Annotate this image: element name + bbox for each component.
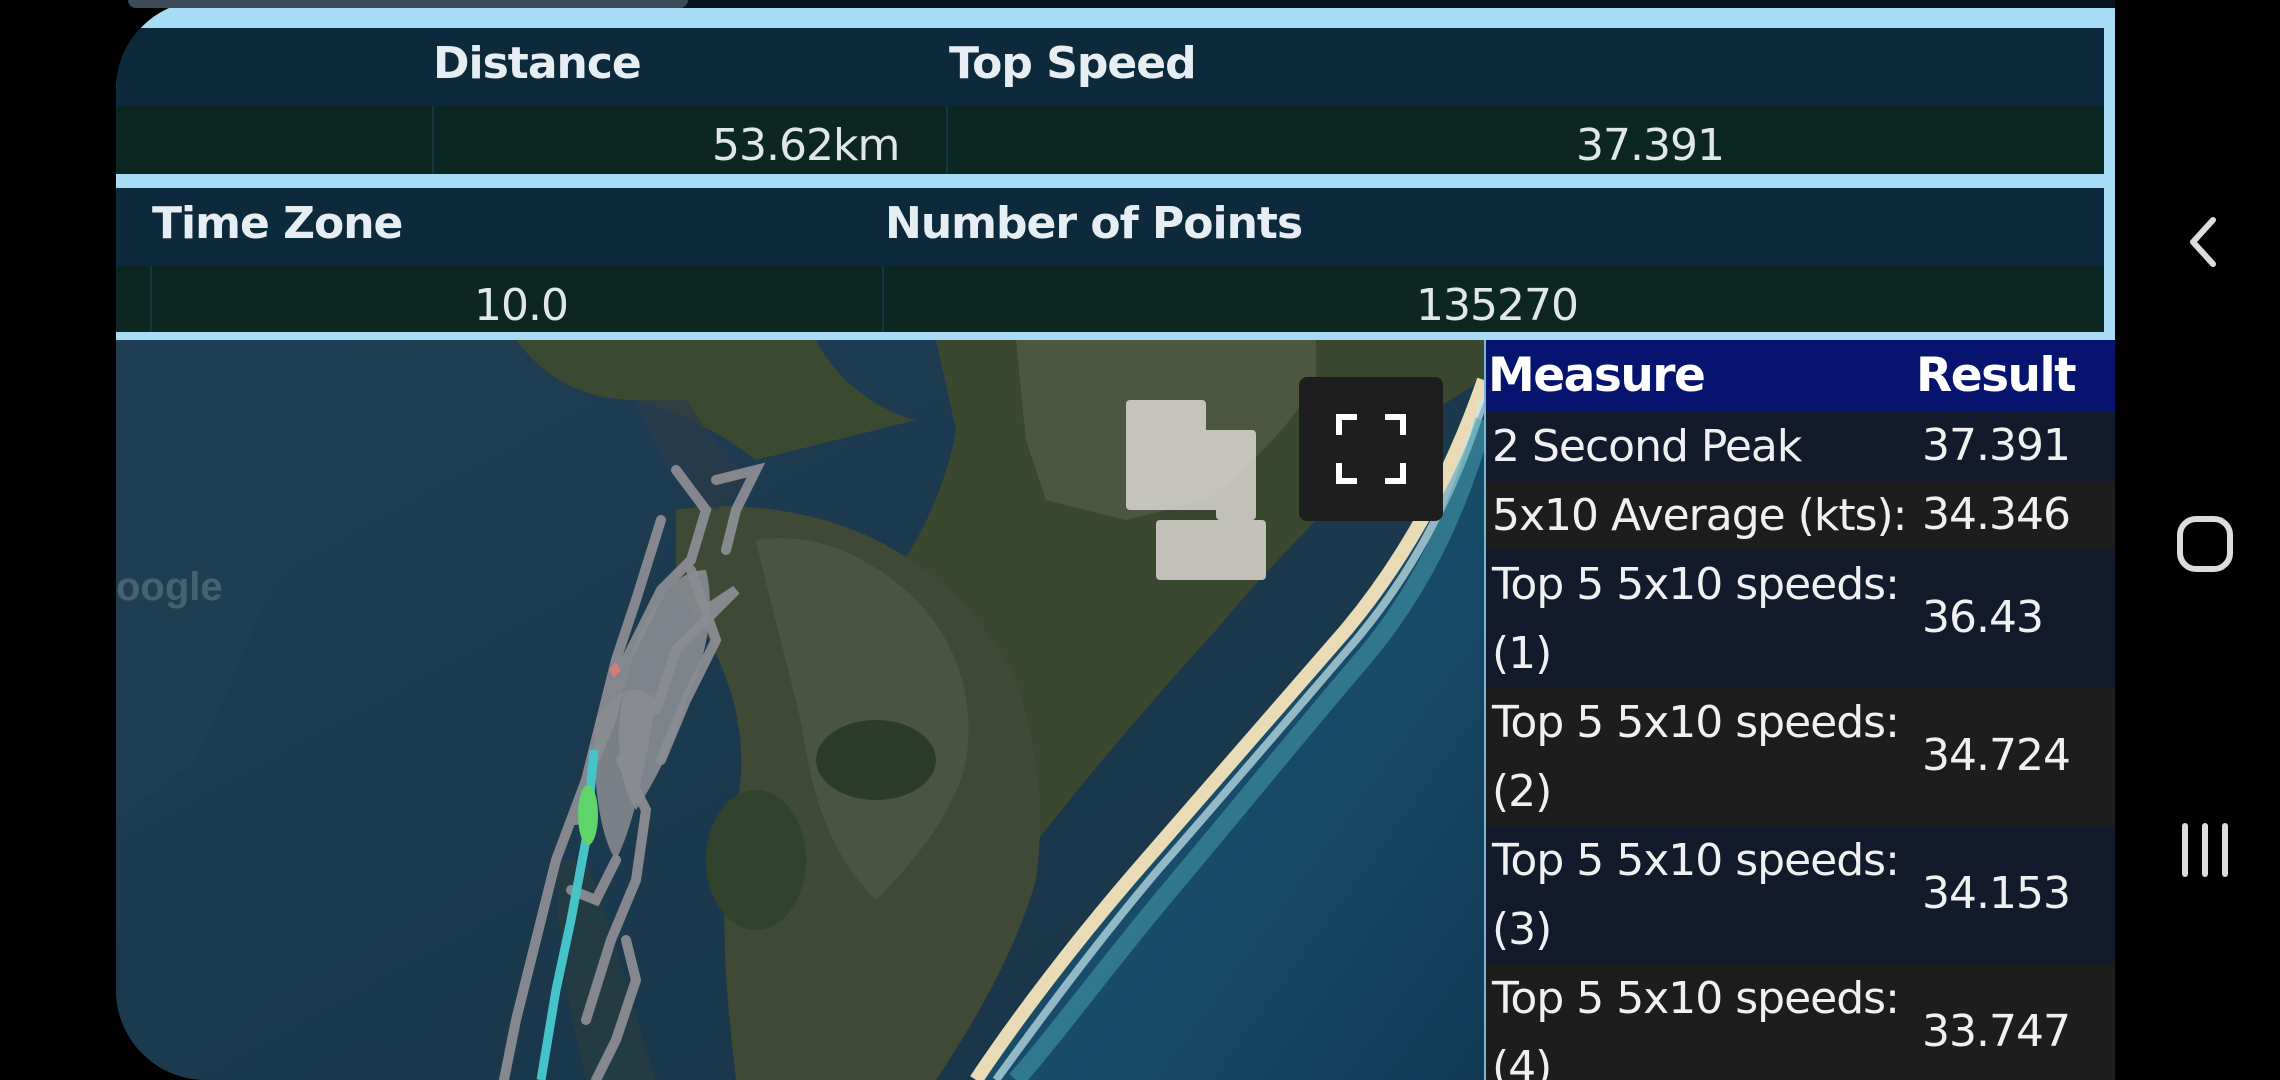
- table-row: 5x10 Average (kts): 34.346: [1486, 481, 2115, 550]
- result-cell: 33.747: [1922, 1006, 2071, 1057]
- stats-value-row: 53.62km 37.391: [116, 106, 2104, 174]
- table-row: Top 5 5x10 speeds: (4) 33.747: [1486, 964, 2115, 1080]
- stats-panel: Distance Top Speed 53.62km 37.391 Time Z…: [116, 8, 2115, 340]
- result-cell: 34.724: [1922, 730, 2071, 781]
- result-cell: 36.43: [1922, 592, 2044, 643]
- results-header: Measure Result: [1486, 340, 2115, 412]
- map-imagery: oogle: [116, 340, 1484, 1080]
- recents-button[interactable]: [2175, 820, 2235, 880]
- recents-icon: [2182, 823, 2228, 877]
- satellite-map[interactable]: oogle: [116, 340, 1484, 1080]
- column-divider: [882, 266, 884, 332]
- result-cell: 34.346: [1922, 489, 2071, 540]
- back-icon: [2190, 217, 2216, 267]
- stats-row-distance-speed: Distance Top Speed 53.62km 37.391: [116, 28, 2104, 174]
- number-of-points-label: Number of Points: [885, 198, 1303, 249]
- stats-header-row: Time Zone Number of Points: [116, 188, 2104, 266]
- fullscreen-button[interactable]: [1299, 377, 1443, 521]
- table-row: Top 5 5x10 speeds: (1) 36.43: [1486, 550, 2115, 688]
- distance-value: 53.62km: [712, 120, 900, 171]
- table-row: 2 Second Peak (kts): 37.391: [1486, 412, 2115, 541]
- measure-cell: Top 5 5x10 speeds: (4): [1492, 973, 1900, 1080]
- column-divider: [946, 106, 948, 174]
- table-row: Top 5 5x10 speeds: (3) 34.153: [1486, 826, 2115, 964]
- measure-column-header: Measure: [1488, 348, 1706, 403]
- result-column-header: Result: [1916, 348, 2077, 403]
- google-watermark: oogle: [116, 565, 223, 609]
- top-speed-label: Top Speed: [949, 38, 1197, 89]
- stats-row-timezone-points: Time Zone Number of Points 10.0 135270: [116, 188, 2104, 332]
- distance-label: Distance: [433, 38, 642, 89]
- column-divider: [432, 106, 434, 174]
- time-zone-label: Time Zone: [152, 198, 403, 249]
- home-button[interactable]: [2175, 514, 2235, 574]
- number-of-points-value: 135270: [1416, 280, 1579, 331]
- time-zone-value: 10.0: [474, 280, 569, 331]
- top-tab-indicator: [128, 0, 688, 8]
- measure-cell: Top 5 5x10 speeds: (1): [1492, 559, 1900, 679]
- results-table: Measure Result 2 Second Peak (kts): 37.3…: [1484, 340, 2115, 1080]
- back-button[interactable]: [2175, 212, 2235, 272]
- home-icon: [2177, 516, 2233, 572]
- app-window: Distance Top Speed 53.62km 37.391 Time Z…: [116, 0, 2115, 1080]
- stats-header-row: Distance Top Speed: [116, 28, 2104, 106]
- column-divider: [150, 266, 152, 332]
- stats-value-row: 10.0 135270: [116, 266, 2104, 332]
- fullscreen-icon: [1336, 414, 1406, 484]
- result-cell: 34.153: [1922, 868, 2071, 919]
- result-cell: 37.391: [1922, 420, 2071, 471]
- measure-cell: 5x10 Average (kts):: [1492, 490, 1908, 541]
- top-speed-value: 37.391: [1576, 120, 1725, 171]
- measure-cell: Top 5 5x10 speeds: (2): [1492, 697, 1900, 817]
- measure-cell: Top 5 5x10 speeds: (3): [1492, 835, 1900, 955]
- table-row: Top 5 5x10 speeds: (2) 34.724: [1486, 688, 2115, 826]
